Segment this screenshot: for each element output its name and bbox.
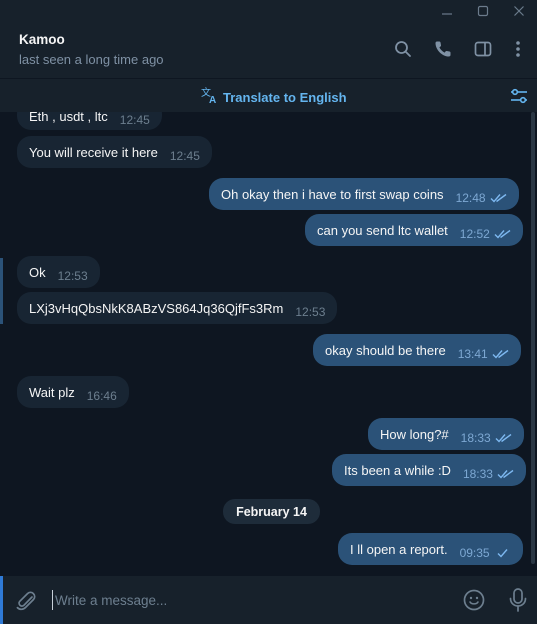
message-time: 12:53 <box>295 305 326 319</box>
microphone-icon <box>509 588 527 612</box>
selection-indicator <box>0 258 3 324</box>
svg-text:A: A <box>209 95 216 104</box>
translate-settings-button[interactable] <box>509 86 529 106</box>
message-text: Eth , usdt , ltc <box>29 112 108 124</box>
double-check-icon <box>490 193 507 203</box>
attach-button[interactable] <box>14 588 38 612</box>
attach-icon <box>16 591 36 611</box>
message-time: 13:41 <box>457 347 488 361</box>
more-button[interactable] <box>507 38 529 60</box>
more-vertical-icon <box>516 41 520 57</box>
message-time: 12:48 <box>455 191 486 205</box>
message-text: I ll open a report. <box>350 541 448 557</box>
message-text: Wait plz <box>29 384 75 400</box>
message-text: LXj3vHqQbsNkK8ABzVS864Jq36QjfFs3Rm <box>29 300 284 316</box>
message-bubble[interactable]: Its been a while :D 18:33 <box>332 454 526 486</box>
message-time: 12:45 <box>169 149 200 163</box>
message-bubble[interactable]: I ll open a report. 09:35 <box>338 533 523 565</box>
message-time: 12:45 <box>119 113 150 127</box>
double-check-icon <box>494 229 511 239</box>
message-time: 18:33 <box>462 467 493 481</box>
message-text: How long?# <box>380 426 449 442</box>
scrollbar[interactable] <box>531 112 535 564</box>
message-text: Its been a while :D <box>344 462 451 478</box>
sidebar-toggle-button[interactable] <box>472 38 494 60</box>
translate-bar: 文 A Translate to English <box>0 78 537 112</box>
double-check-icon <box>497 469 514 479</box>
message-bubble[interactable]: Ok 12:53 <box>17 256 100 288</box>
message-bubble[interactable]: okay should be there 13:41 <box>313 334 521 366</box>
message-time: 16:46 <box>86 389 117 403</box>
search-icon <box>395 41 411 57</box>
message-time: 12:52 <box>459 227 490 241</box>
message-bubble[interactable]: Oh okay then i have to first swap coins … <box>209 178 519 210</box>
message-bubble[interactable]: LXj3vHqQbsNkK8ABzVS864Jq36QjfFs3Rm 12:53 <box>17 292 338 324</box>
call-button[interactable] <box>432 38 454 60</box>
message-time: 18:33 <box>460 431 491 445</box>
single-check-icon <box>494 548 511 558</box>
search-button[interactable] <box>392 38 414 60</box>
sidebar-toggle-icon <box>474 41 492 57</box>
message-text: okay should be there <box>325 342 446 358</box>
translate-button[interactable]: 文 A Translate to English <box>201 86 347 109</box>
emoji-icon <box>463 589 485 611</box>
double-check-icon <box>492 349 509 359</box>
maximize-icon <box>477 5 489 17</box>
minimize-icon <box>442 13 452 15</box>
maximize-button[interactable] <box>465 0 501 22</box>
close-icon <box>514 6 524 16</box>
message-bubble[interactable]: You will receive it here 12:45 <box>17 136 212 168</box>
emoji-button[interactable] <box>462 588 486 612</box>
chat-status: last seen a long time ago <box>19 52 164 67</box>
composer-accent <box>0 576 3 624</box>
date-separator: February 14 <box>223 499 320 524</box>
message-bubble[interactable]: How long?# 18:33 <box>368 418 524 450</box>
message-bubble[interactable]: can you send ltc wallet 12:52 <box>305 214 523 246</box>
chat-header[interactable]: Kamoo last seen a long time ago <box>0 22 537 78</box>
message-text: Oh okay then i have to first swap coins <box>221 186 444 202</box>
translate-label: Translate to English <box>223 90 347 105</box>
window-titlebar <box>0 0 537 22</box>
message-composer <box>0 576 537 624</box>
message-text: Ok <box>29 264 46 280</box>
message-bubble[interactable]: Wait plz 16:46 <box>17 376 129 408</box>
message-text: You will receive it here <box>29 144 158 160</box>
close-button[interactable] <box>501 0 537 22</box>
minimize-button[interactable] <box>429 0 465 22</box>
chat-name[interactable]: Kamoo <box>19 32 65 47</box>
double-check-icon <box>495 433 512 443</box>
message-time: 12:53 <box>57 269 88 283</box>
sliders-icon <box>511 88 527 104</box>
message-list[interactable]: Eth , usdt , ltc 12:45 You will receive … <box>0 112 537 576</box>
message-text: can you send ltc wallet <box>317 222 448 238</box>
translate-icon: 文 A <box>201 86 219 109</box>
phone-icon <box>435 41 451 57</box>
message-bubble[interactable]: Eth , usdt , ltc 12:45 <box>17 112 162 130</box>
message-input[interactable] <box>52 590 435 610</box>
voice-record-button[interactable] <box>507 587 529 613</box>
message-time: 09:35 <box>459 546 490 560</box>
